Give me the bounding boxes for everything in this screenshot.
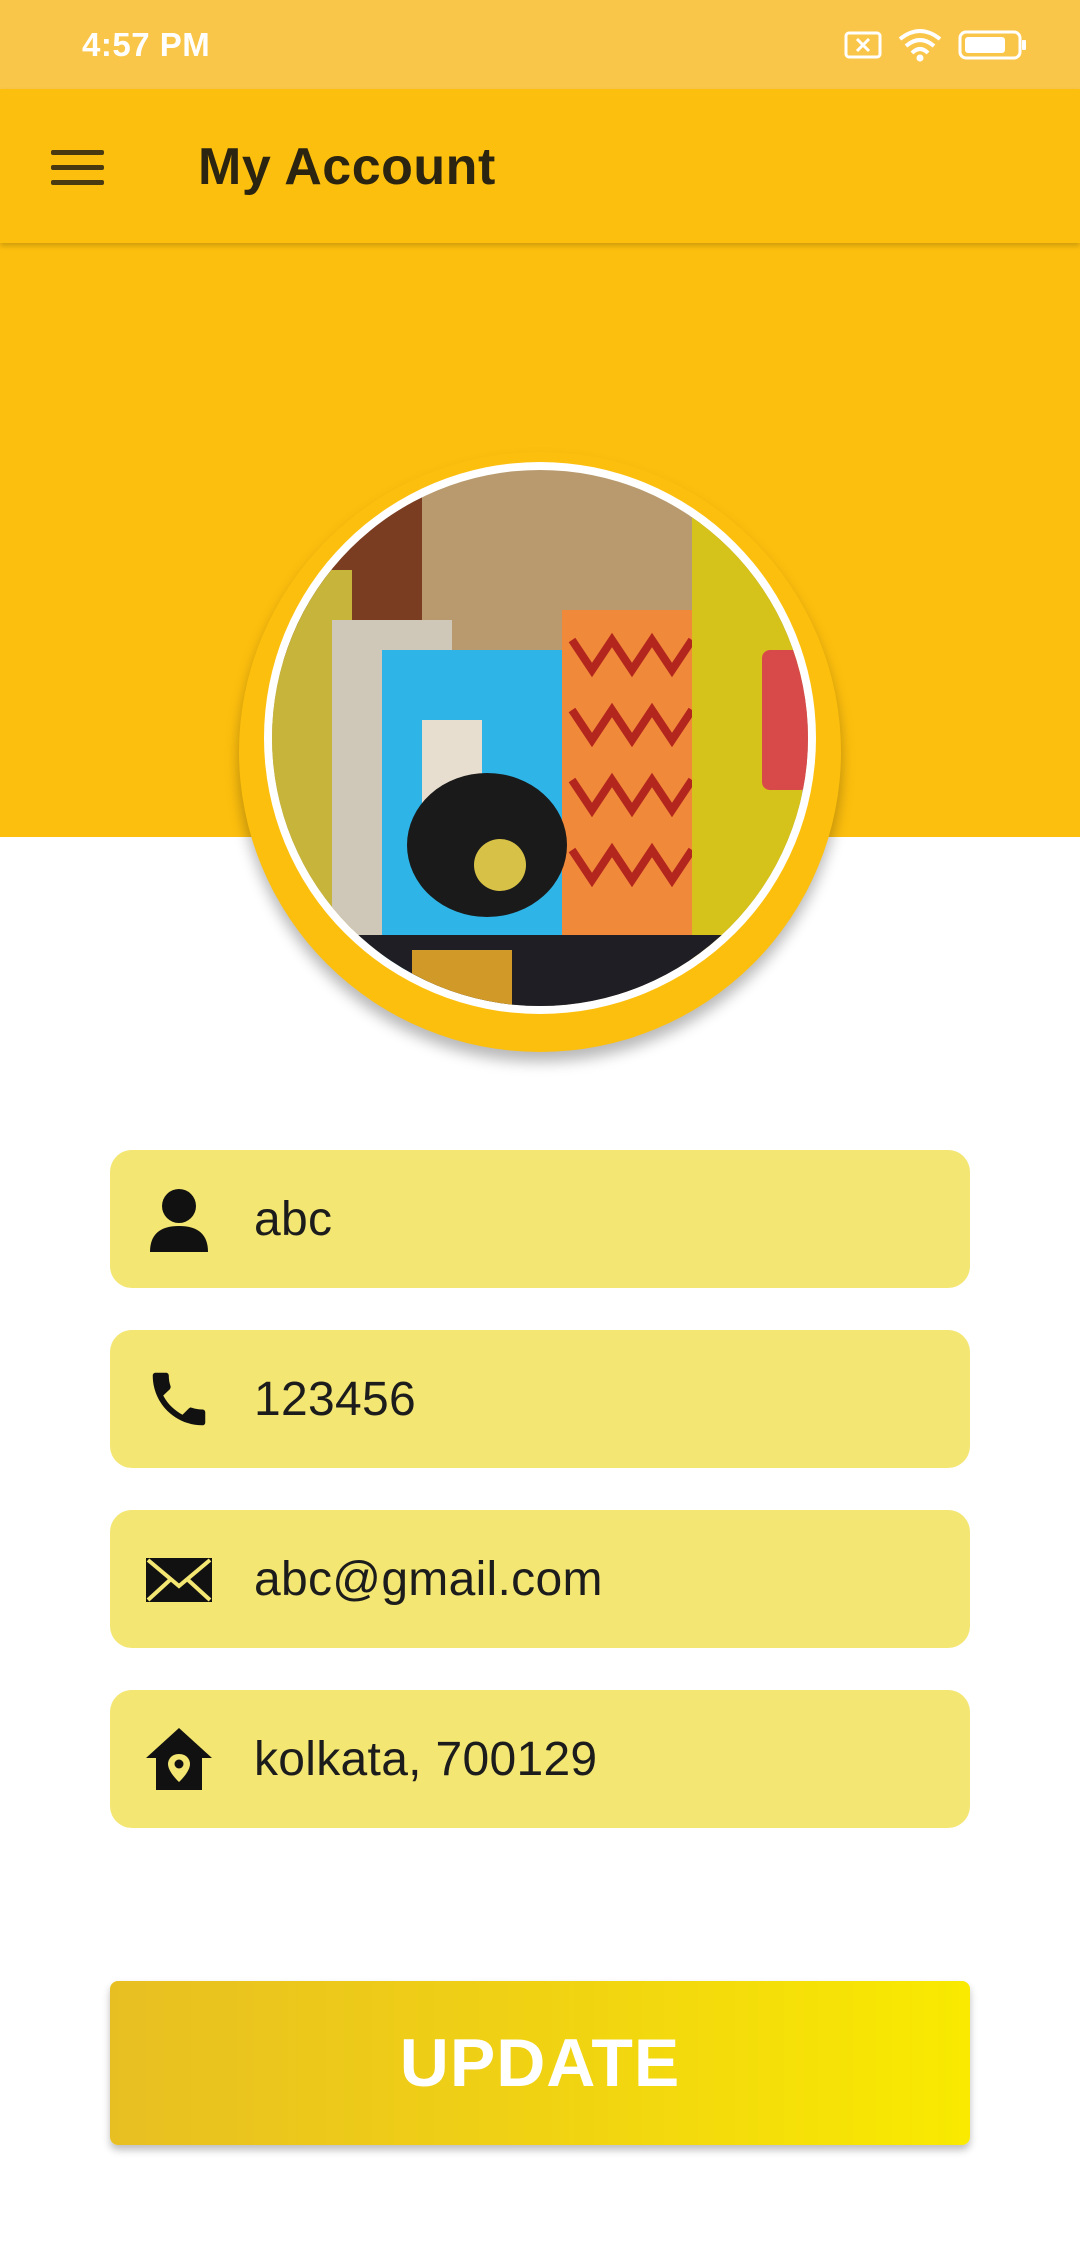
avatar-photo: [272, 470, 808, 1006]
phone-field[interactable]: 123456: [110, 1330, 970, 1468]
update-button[interactable]: UPDATE: [110, 1981, 970, 2145]
status-time: 4:57 PM: [82, 26, 211, 63]
phone-icon: [144, 1364, 214, 1434]
wifi-icon: [898, 28, 942, 67]
update-button-label: UPDATE: [399, 2025, 681, 2101]
phone-value: 123456: [254, 1373, 416, 1426]
name-field[interactable]: abc: [110, 1150, 970, 1288]
sim-error-icon: [844, 30, 882, 65]
mail-icon: [144, 1544, 214, 1614]
battery-icon: [958, 29, 1028, 66]
name-value: abc: [254, 1193, 333, 1246]
address-value: kolkata, 700129: [254, 1733, 598, 1786]
email-field[interactable]: abc@gmail.com: [110, 1510, 970, 1648]
home-location-icon: [144, 1724, 214, 1794]
address-field[interactable]: kolkata, 700129: [110, 1690, 970, 1828]
app-bar: My Account: [0, 89, 1080, 243]
page-title: My Account: [198, 138, 496, 196]
profile-avatar[interactable]: [264, 462, 816, 1014]
status-bar: 4:57 PM: [0, 0, 1080, 89]
email-value: abc@gmail.com: [254, 1553, 603, 1606]
person-icon: [144, 1184, 214, 1254]
hamburger-menu-icon[interactable]: [44, 137, 110, 197]
status-icons: [844, 28, 1028, 67]
